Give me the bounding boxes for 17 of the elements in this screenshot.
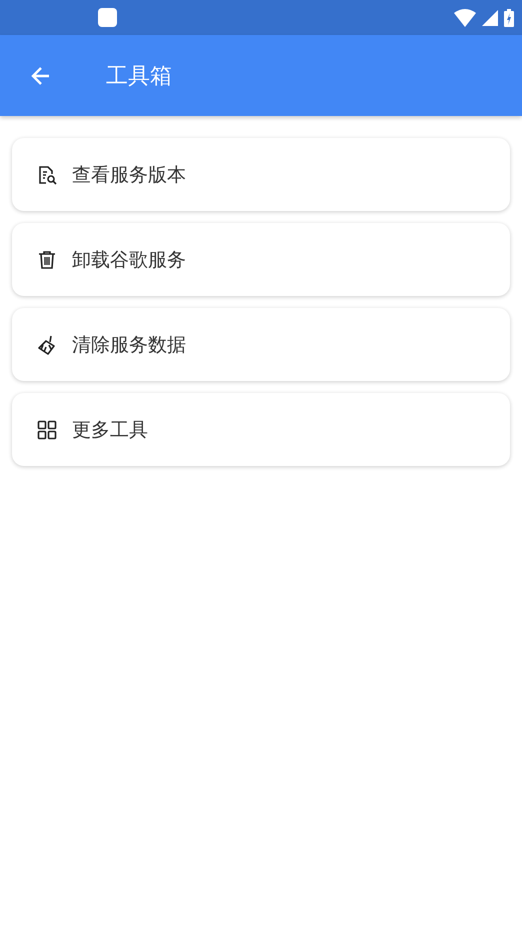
- document-search-icon: [37, 164, 57, 184]
- tool-card[interactable]: 更多工具: [12, 393, 510, 466]
- trash-icon: [37, 250, 57, 270]
- tool-card[interactable]: 清除服务数据: [12, 308, 510, 381]
- tool-label: 卸载谷歌服务: [72, 248, 186, 272]
- battery-icon: [504, 8, 514, 26]
- signal-icon: [482, 10, 498, 26]
- wifi-icon: [454, 8, 476, 26]
- app-bar-title: 工具箱: [106, 62, 172, 90]
- tool-label: 更多工具: [72, 418, 148, 442]
- notification-icon: [98, 8, 117, 27]
- broom-icon: [37, 334, 57, 354]
- tool-label: 查看服务版本: [72, 162, 186, 188]
- tool-card[interactable]: 卸载谷歌服务: [12, 223, 510, 296]
- tool-card[interactable]: 查看服务版本: [12, 138, 510, 211]
- grid-icon: [37, 420, 57, 440]
- tool-label: 清除服务数据: [72, 332, 186, 358]
